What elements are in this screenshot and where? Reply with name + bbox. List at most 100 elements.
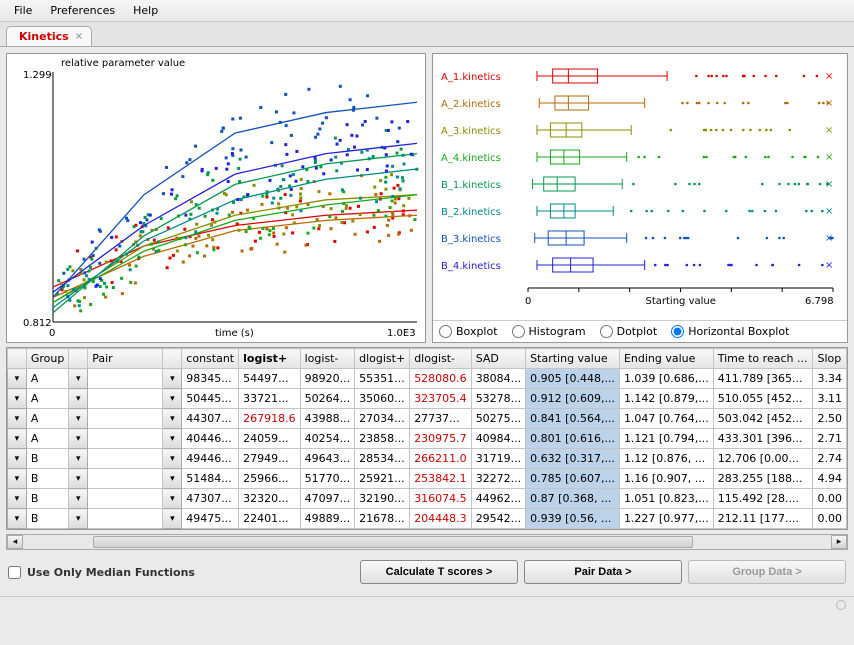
cell-pair[interactable] [88,429,163,449]
cell-pair[interactable] [88,509,163,529]
radio-hboxplot[interactable]: Horizontal Boxplot [671,325,789,338]
cell-logist-plus: 33721... [239,389,301,409]
pair-dropdown-icon[interactable]: ▾ [163,489,182,509]
radio-boxplot[interactable]: Boxplot [439,325,498,338]
cell-ending-value: 1.142 [0.879,... [619,389,713,409]
cell-pair[interactable] [88,409,163,429]
row-menu-icon[interactable]: ▾ [8,409,27,429]
table-row: ▾A▾▾40446...24059...40254...23858...2309… [8,429,847,449]
table-row: ▾B▾▾51484...25966...51770...25921...2538… [8,469,847,489]
table-row: ▾B▾▾49446...27949...49643...28534...2662… [8,449,847,469]
pair-dropdown-icon[interactable]: ▾ [163,369,182,389]
pair-dropdown-icon[interactable]: ▾ [163,389,182,409]
cell-time-to-reach: 12.706 [0.00... [713,449,813,469]
col-header[interactable] [8,349,27,369]
cell-dlogist-minus: 27737... [410,409,472,429]
cell-starting-value: 0.841 [0.564,... [526,409,620,429]
row-menu-icon[interactable]: ▾ [8,389,27,409]
cell-group[interactable]: A [26,389,69,409]
pair-dropdown-icon[interactable]: ▾ [163,429,182,449]
group-dropdown-icon[interactable]: ▾ [69,389,88,409]
svg-text:×: × [825,179,833,190]
radio-dotplot[interactable]: Dotplot [600,325,658,338]
col-header[interactable]: constant [182,349,239,369]
col-header[interactable]: Time to reach ... [713,349,813,369]
row-menu-icon[interactable]: ▾ [8,469,27,489]
cell-dlogist-plus: 21678... [355,509,410,529]
col-header[interactable]: dlogist- [410,349,472,369]
cell-pair[interactable] [88,469,163,489]
cell-group[interactable]: B [26,509,69,529]
cell-dlogist-minus: 204448.3 [410,509,472,529]
calc-t-button[interactable]: Calculate T scores > [360,560,518,584]
median-checkbox[interactable]: Use Only Median Functions [8,566,195,579]
group-dropdown-icon[interactable]: ▾ [69,469,88,489]
menu-file[interactable]: File [6,2,40,19]
row-menu-icon[interactable]: ▾ [8,449,27,469]
cell-time-to-reach: 411.789 [365... [713,369,813,389]
cell-dlogist-plus: 25921... [355,469,410,489]
cell-constant: 49475... [182,509,239,529]
col-header[interactable]: Group [26,349,69,369]
pair-dropdown-icon[interactable]: ▾ [163,449,182,469]
cell-sad: 44962... [471,489,525,509]
cell-group[interactable]: B [26,469,69,489]
pair-data-button[interactable]: Pair Data > [524,560,682,584]
col-header[interactable]: logist- [300,349,354,369]
horizontal-scrollbar[interactable]: ◂ ▸ [6,534,848,550]
col-header[interactable]: Starting value [526,349,620,369]
table-row: ▾B▾▾47307...32320...47097...32190...3160… [8,489,847,509]
cell-group[interactable]: A [26,429,69,449]
menu-help[interactable]: Help [125,2,166,19]
table-row: ▾B▾▾49475...22401...49889...21678...2044… [8,509,847,529]
cell-pair[interactable] [88,389,163,409]
pair-dropdown-icon[interactable]: ▾ [163,509,182,529]
cell-pair[interactable] [88,449,163,469]
cell-sad: 38084... [471,369,525,389]
cell-pair[interactable] [88,489,163,509]
col-header[interactable]: logist+ [239,349,301,369]
col-header[interactable]: Ending value [619,349,713,369]
cell-group[interactable]: A [26,369,69,389]
group-dropdown-icon[interactable]: ▾ [69,409,88,429]
cell-sad: 40984... [471,429,525,449]
col-header[interactable] [69,349,88,369]
tab-kinetics[interactable]: Kinetics × [6,26,92,46]
scroll-left-icon[interactable]: ◂ [7,535,23,549]
cell-sad: 29542... [471,509,525,529]
radio-histogram[interactable]: Histogram [512,325,586,338]
group-data-button[interactable]: Group Data > [688,560,846,584]
group-dropdown-icon[interactable]: ▾ [69,369,88,389]
median-checkbox-input[interactable] [8,566,21,579]
cell-sad: 32272... [471,469,525,489]
pair-dropdown-icon[interactable]: ▾ [163,469,182,489]
row-menu-icon[interactable]: ▾ [8,429,27,449]
row-menu-icon[interactable]: ▾ [8,369,27,389]
group-dropdown-icon[interactable]: ▾ [69,449,88,469]
group-dropdown-icon[interactable]: ▾ [69,489,88,509]
col-header[interactable]: Pair [88,349,163,369]
row-menu-icon[interactable]: ▾ [8,489,27,509]
status-bar [0,596,854,612]
tab-label: Kinetics [19,30,69,43]
col-header[interactable]: dlogist+ [355,349,410,369]
cell-logist-minus: 40254... [300,429,354,449]
menu-preferences[interactable]: Preferences [42,2,123,19]
row-menu-icon[interactable]: ▾ [8,509,27,529]
col-header[interactable]: Slop [813,349,847,369]
cell-slope: 4.94 [813,469,847,489]
cell-group[interactable]: B [26,449,69,469]
group-dropdown-icon[interactable]: ▾ [69,509,88,529]
svg-text:B_3.kinetics: B_3.kinetics [441,234,501,245]
cell-pair[interactable] [88,369,163,389]
cell-group[interactable]: B [26,489,69,509]
pair-dropdown-icon[interactable]: ▾ [163,409,182,429]
scroll-thumb[interactable] [93,536,693,548]
col-header[interactable]: SAD [471,349,525,369]
col-header[interactable] [163,349,182,369]
scroll-right-icon[interactable]: ▸ [831,535,847,549]
scroll-track[interactable] [23,535,831,549]
close-icon[interactable]: × [75,31,83,42]
cell-group[interactable]: A [26,409,69,429]
group-dropdown-icon[interactable]: ▾ [69,429,88,449]
